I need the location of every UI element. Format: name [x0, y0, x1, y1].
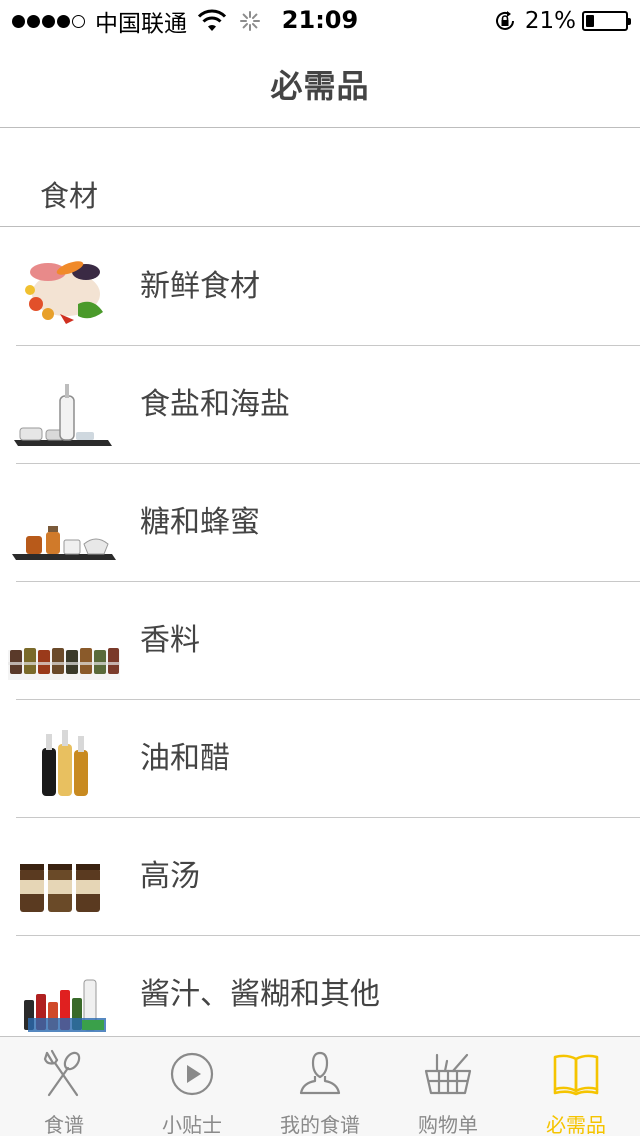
- list-item-label: 油和醋: [140, 741, 230, 776]
- navigation-bar: 必需品: [0, 40, 640, 128]
- list-item-stock[interactable]: 高汤: [0, 818, 640, 936]
- tab-essentials[interactable]: 必需品: [512, 1037, 640, 1136]
- tab-my-recipes[interactable]: 我的食谱: [256, 1037, 384, 1136]
- list-item-label: 高汤: [140, 859, 200, 894]
- tab-label: 我的食谱: [280, 1113, 360, 1136]
- essentials-list: 新鲜食材 食盐和海盐 糖和蜂蜜 香料 油和醋 高汤 酱汁、酱糊和其他: [0, 228, 640, 1054]
- section-header: 食材: [0, 129, 640, 227]
- fresh-food-thumbnail: [25, 261, 103, 324]
- list-item-label: 新鲜食材: [140, 269, 260, 304]
- battery-percent: 21%: [524, 8, 576, 34]
- tab-recipes[interactable]: 食谱: [0, 1037, 128, 1136]
- list-item-sugar-honey[interactable]: 糖和蜂蜜: [0, 464, 640, 582]
- sugar-honey-thumbnail: [12, 526, 116, 560]
- status-bar: 中国联通 21:09 21%: [0, 0, 640, 40]
- salt-thumbnail: [14, 384, 112, 446]
- tab-label: 购物单: [418, 1113, 478, 1136]
- spices-thumbnail: [8, 648, 120, 680]
- tab-label: 小贴士: [162, 1113, 222, 1136]
- battery-fill: [586, 15, 594, 27]
- play-icon: [170, 1052, 214, 1096]
- list-item-label: 糖和蜂蜜: [140, 505, 260, 540]
- tab-tips[interactable]: 小贴士: [128, 1037, 256, 1136]
- list-item-spices[interactable]: 香料: [0, 582, 640, 700]
- rotation-lock-icon: [495, 11, 514, 30]
- list-item-salt[interactable]: 食盐和海盐: [0, 346, 640, 464]
- tab-label: 食谱: [44, 1113, 84, 1136]
- user-icon: [299, 1051, 341, 1095]
- tab-bar: 食谱 小贴士 我的食谱 购物单 必需品: [0, 1036, 640, 1136]
- list-item-oil-vinegar[interactable]: 油和醋: [0, 700, 640, 818]
- book-icon: [553, 1054, 599, 1096]
- spoon-fork-icon: [43, 1049, 81, 1097]
- list-item-label: 食盐和海盐: [140, 387, 290, 422]
- list-item-label: 香料: [140, 623, 200, 658]
- list-item-fresh-food[interactable]: 新鲜食材: [0, 228, 640, 346]
- battery-icon: [582, 11, 631, 31]
- oil-vinegar-thumbnail: [42, 730, 88, 796]
- section-title: 食材: [40, 179, 99, 213]
- status-right: 21%: [493, 6, 631, 36]
- stock-thumbnail: [20, 864, 100, 912]
- page-title: 必需品: [270, 66, 370, 105]
- tab-label: 必需品: [546, 1113, 606, 1136]
- basket-icon: [424, 1053, 472, 1095]
- tab-shopping-list[interactable]: 购物单: [384, 1037, 512, 1136]
- sauces-thumbnail: [24, 979, 106, 1032]
